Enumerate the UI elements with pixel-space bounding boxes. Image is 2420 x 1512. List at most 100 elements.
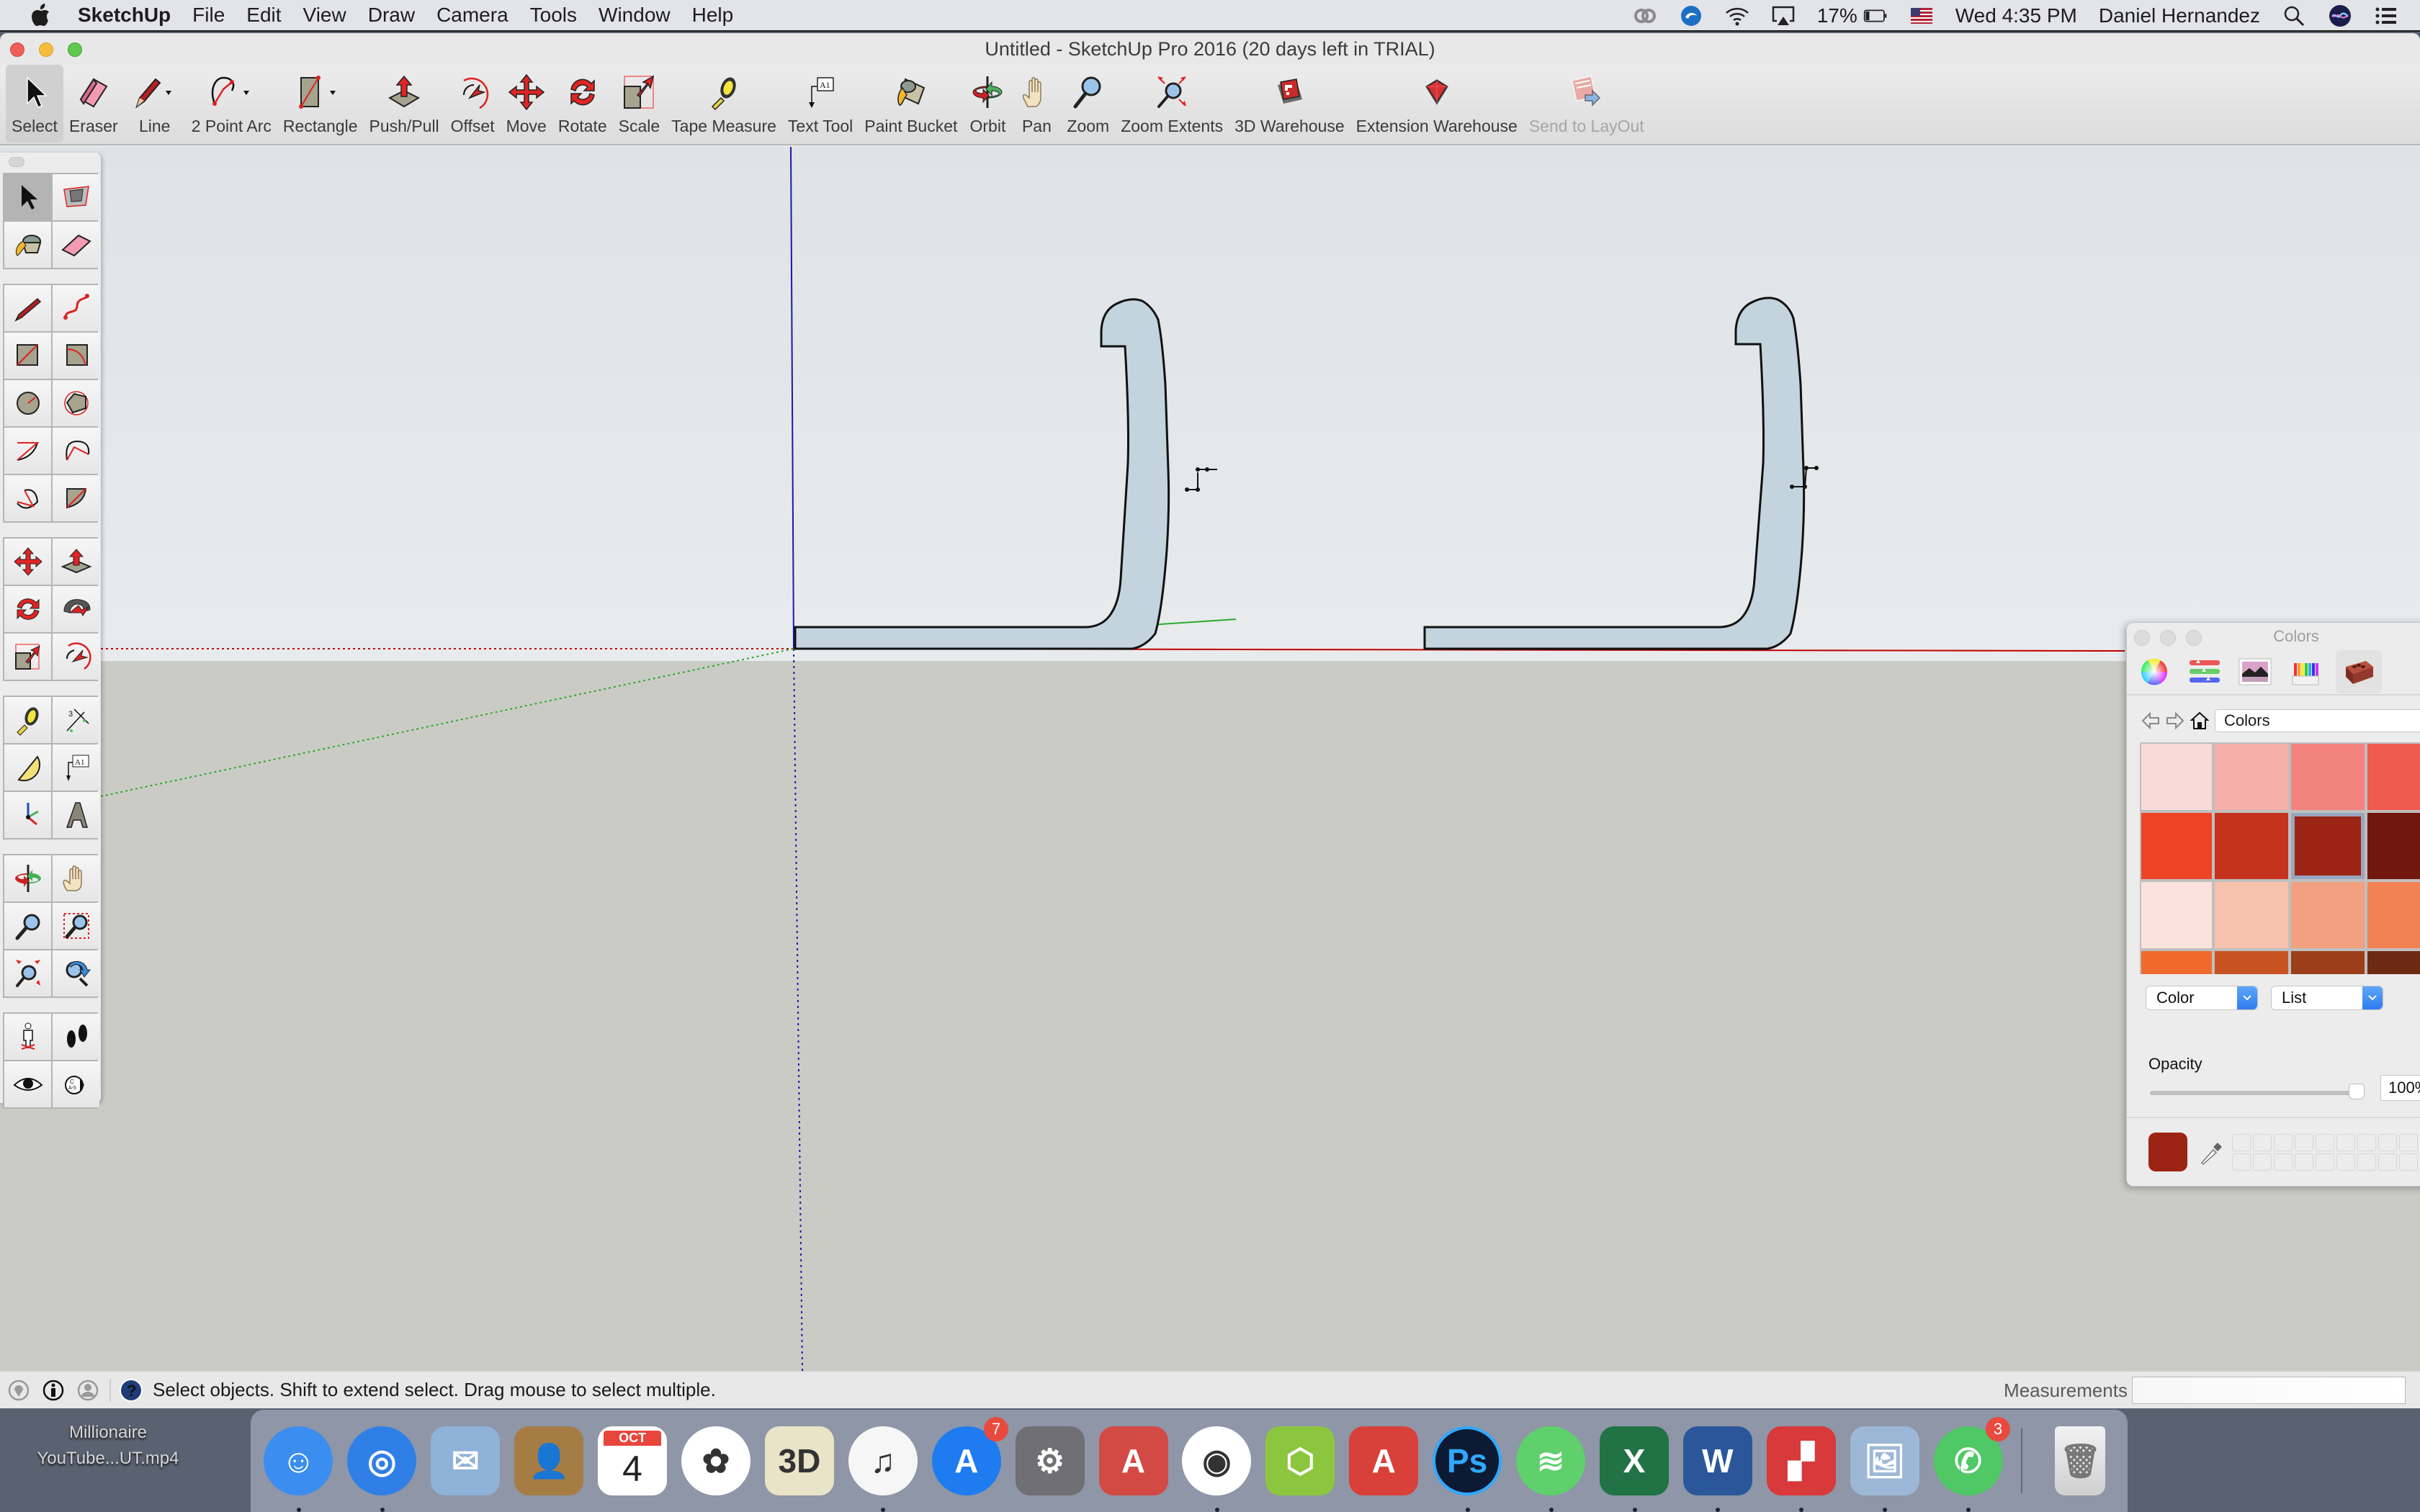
palette-pie[interactable]	[53, 475, 99, 521]
saved-color-well[interactable]	[2274, 1153, 2293, 1171]
dock-app-autocad[interactable]: A	[1097, 1424, 1170, 1498]
window-close-button[interactable]	[10, 42, 24, 57]
color-swatch[interactable]	[2141, 951, 2212, 974]
app-status-icon[interactable]	[1679, 4, 1703, 28]
tool-scale[interactable]: Scale	[613, 65, 666, 143]
material-collection-select[interactable]: Colors	[2215, 709, 2420, 732]
dock-app-network-app[interactable]: ⬡	[1264, 1424, 1337, 1498]
dock-app-microsoft-word[interactable]: W	[1681, 1424, 1754, 1512]
dock-trash[interactable]: 🗑	[2044, 1424, 2117, 1498]
color-swatch[interactable]	[2291, 744, 2365, 810]
scene-canvas[interactable]	[0, 147, 2420, 1371]
dock-app-maps[interactable]: 3D	[763, 1424, 835, 1498]
measurements-input[interactable]	[2132, 1377, 2406, 1404]
saved-color-well[interactable]	[2399, 1134, 2418, 1151]
us-flag-icon[interactable]	[1909, 4, 1934, 28]
battery-icon[interactable]	[1863, 4, 1888, 28]
palette-rotate[interactable]	[4, 586, 51, 632]
pipe-profile-2[interactable]	[1423, 297, 1819, 650]
palette-push-pull[interactable]	[53, 539, 99, 585]
palette-pan[interactable]	[53, 855, 99, 901]
color-swatch[interactable]	[2215, 882, 2288, 948]
palette-text[interactable]: A1	[53, 744, 99, 791]
color-swatch[interactable]	[2215, 951, 2288, 974]
current-color-well[interactable]	[2148, 1133, 2187, 1171]
saved-color-well[interactable]	[2295, 1134, 2313, 1151]
color-swatch[interactable]	[2367, 744, 2420, 810]
palette-arc[interactable]	[4, 428, 51, 474]
view-type-select[interactable]: Color	[2146, 986, 2258, 1010]
color-sliders-icon[interactable]	[2184, 650, 2225, 693]
tool-line[interactable]: Line	[124, 65, 186, 143]
tool-select[interactable]: Select	[6, 65, 63, 143]
color-swatch[interactable]	[2141, 744, 2212, 810]
saved-color-well[interactable]	[2357, 1153, 2376, 1171]
palette-section-plane[interactable]: C A-5	[53, 1061, 99, 1107]
dock-app-app-store[interactable]: A7	[930, 1417, 1009, 1498]
window-minimize-button[interactable]	[39, 42, 53, 57]
user-account-icon[interactable]	[75, 1377, 101, 1403]
menu-file[interactable]: File	[192, 4, 225, 27]
help-question-icon[interactable]: ?	[118, 1377, 144, 1403]
palette-zoom[interactable]	[4, 903, 51, 949]
user-name[interactable]: Daniel Hernandez	[2099, 4, 2260, 27]
siri-icon[interactable]	[2328, 4, 2352, 28]
sketchup-materials-icon[interactable]	[2336, 650, 2382, 693]
pipe-profile-1[interactable]	[794, 298, 1217, 650]
dock-app-itunes[interactable]: ♫	[846, 1424, 919, 1512]
dock-app-photos[interactable]: ✿	[680, 1424, 753, 1498]
title-bar[interactable]: Untitled - SketchUp Pro 2016 (20 days le…	[0, 33, 2420, 65]
palette-eraser[interactable]	[53, 222, 99, 268]
color-swatch[interactable]	[2367, 882, 2420, 948]
saved-color-well[interactable]	[2316, 1134, 2334, 1151]
dock-app-whatsapp[interactable]: ✆ 3	[1932, 1417, 2011, 1512]
palette-offset[interactable]	[53, 634, 99, 680]
desktop-file-label[interactable]: Millionaire YouTube...UT.mp4	[29, 1420, 187, 1472]
menu-help[interactable]: Help	[692, 4, 734, 27]
color-wheel-icon[interactable]	[2134, 650, 2174, 693]
palette-previous-view[interactable]	[53, 950, 99, 996]
back-arrow-icon[interactable]	[2141, 711, 2160, 731]
menu-tools[interactable]: Tools	[530, 4, 577, 27]
opacity-slider[interactable]	[2148, 1081, 2365, 1099]
wifi-icon[interactable]	[1725, 4, 1749, 28]
tool-eraser[interactable]: Eraser	[63, 65, 124, 143]
opacity-input[interactable]: 100%	[2380, 1075, 2420, 1101]
dock-app-microsoft-excel[interactable]: X	[1598, 1424, 1671, 1512]
tool-tape-measure[interactable]: Tape Measure	[666, 65, 782, 143]
tool-paint-bucket[interactable]: Paint Bucket	[859, 65, 963, 143]
credits-info-icon[interactable]	[40, 1377, 66, 1403]
menu-draw[interactable]: Draw	[368, 4, 415, 27]
tool-3d-warehouse[interactable]: 3D Warehouse	[1229, 65, 1350, 143]
saved-color-well[interactable]	[2378, 1134, 2397, 1151]
dock-app-google-chrome[interactable]: ◉	[1180, 1424, 1253, 1512]
palette-select[interactable]	[4, 174, 51, 220]
palette-scale[interactable]	[4, 634, 51, 680]
tool-offset[interactable]: Offset	[445, 65, 501, 143]
menu-window[interactable]: Window	[599, 4, 671, 27]
color-palettes-icon[interactable]	[2235, 650, 2275, 693]
saved-color-well[interactable]	[2295, 1153, 2313, 1171]
tool-zoom[interactable]: Zoom	[1061, 65, 1115, 143]
dock-app-safari[interactable]: ◎	[346, 1424, 418, 1512]
palette-close-button[interactable]	[9, 157, 24, 167]
color-swatch[interactable]	[2291, 951, 2365, 974]
window-zoom-button[interactable]	[68, 42, 82, 57]
palette-walk[interactable]	[53, 1014, 99, 1060]
palette-polygon[interactable]	[53, 380, 99, 426]
color-swatch[interactable]	[2367, 813, 2420, 879]
saved-color-well[interactable]	[2357, 1134, 2376, 1151]
dock-app-preview[interactable]: 🖼	[1848, 1424, 1921, 1512]
color-swatch[interactable]	[2291, 882, 2365, 948]
palette-3d-text[interactable]	[53, 792, 99, 838]
tool-rectangle[interactable]: Rectangle	[277, 65, 364, 143]
menu-edit[interactable]: Edit	[246, 4, 281, 27]
color-swatch[interactable]	[2141, 813, 2212, 879]
sort-type-select[interactable]: List	[2271, 986, 2383, 1010]
palette-orbit[interactable]	[4, 855, 51, 901]
palette-line[interactable]	[4, 285, 51, 331]
saved-color-well[interactable]	[2232, 1153, 2251, 1171]
tool-pan[interactable]: Pan	[1012, 65, 1061, 143]
color-swatch[interactable]	[2215, 744, 2288, 810]
saved-color-well[interactable]	[2253, 1134, 2272, 1151]
